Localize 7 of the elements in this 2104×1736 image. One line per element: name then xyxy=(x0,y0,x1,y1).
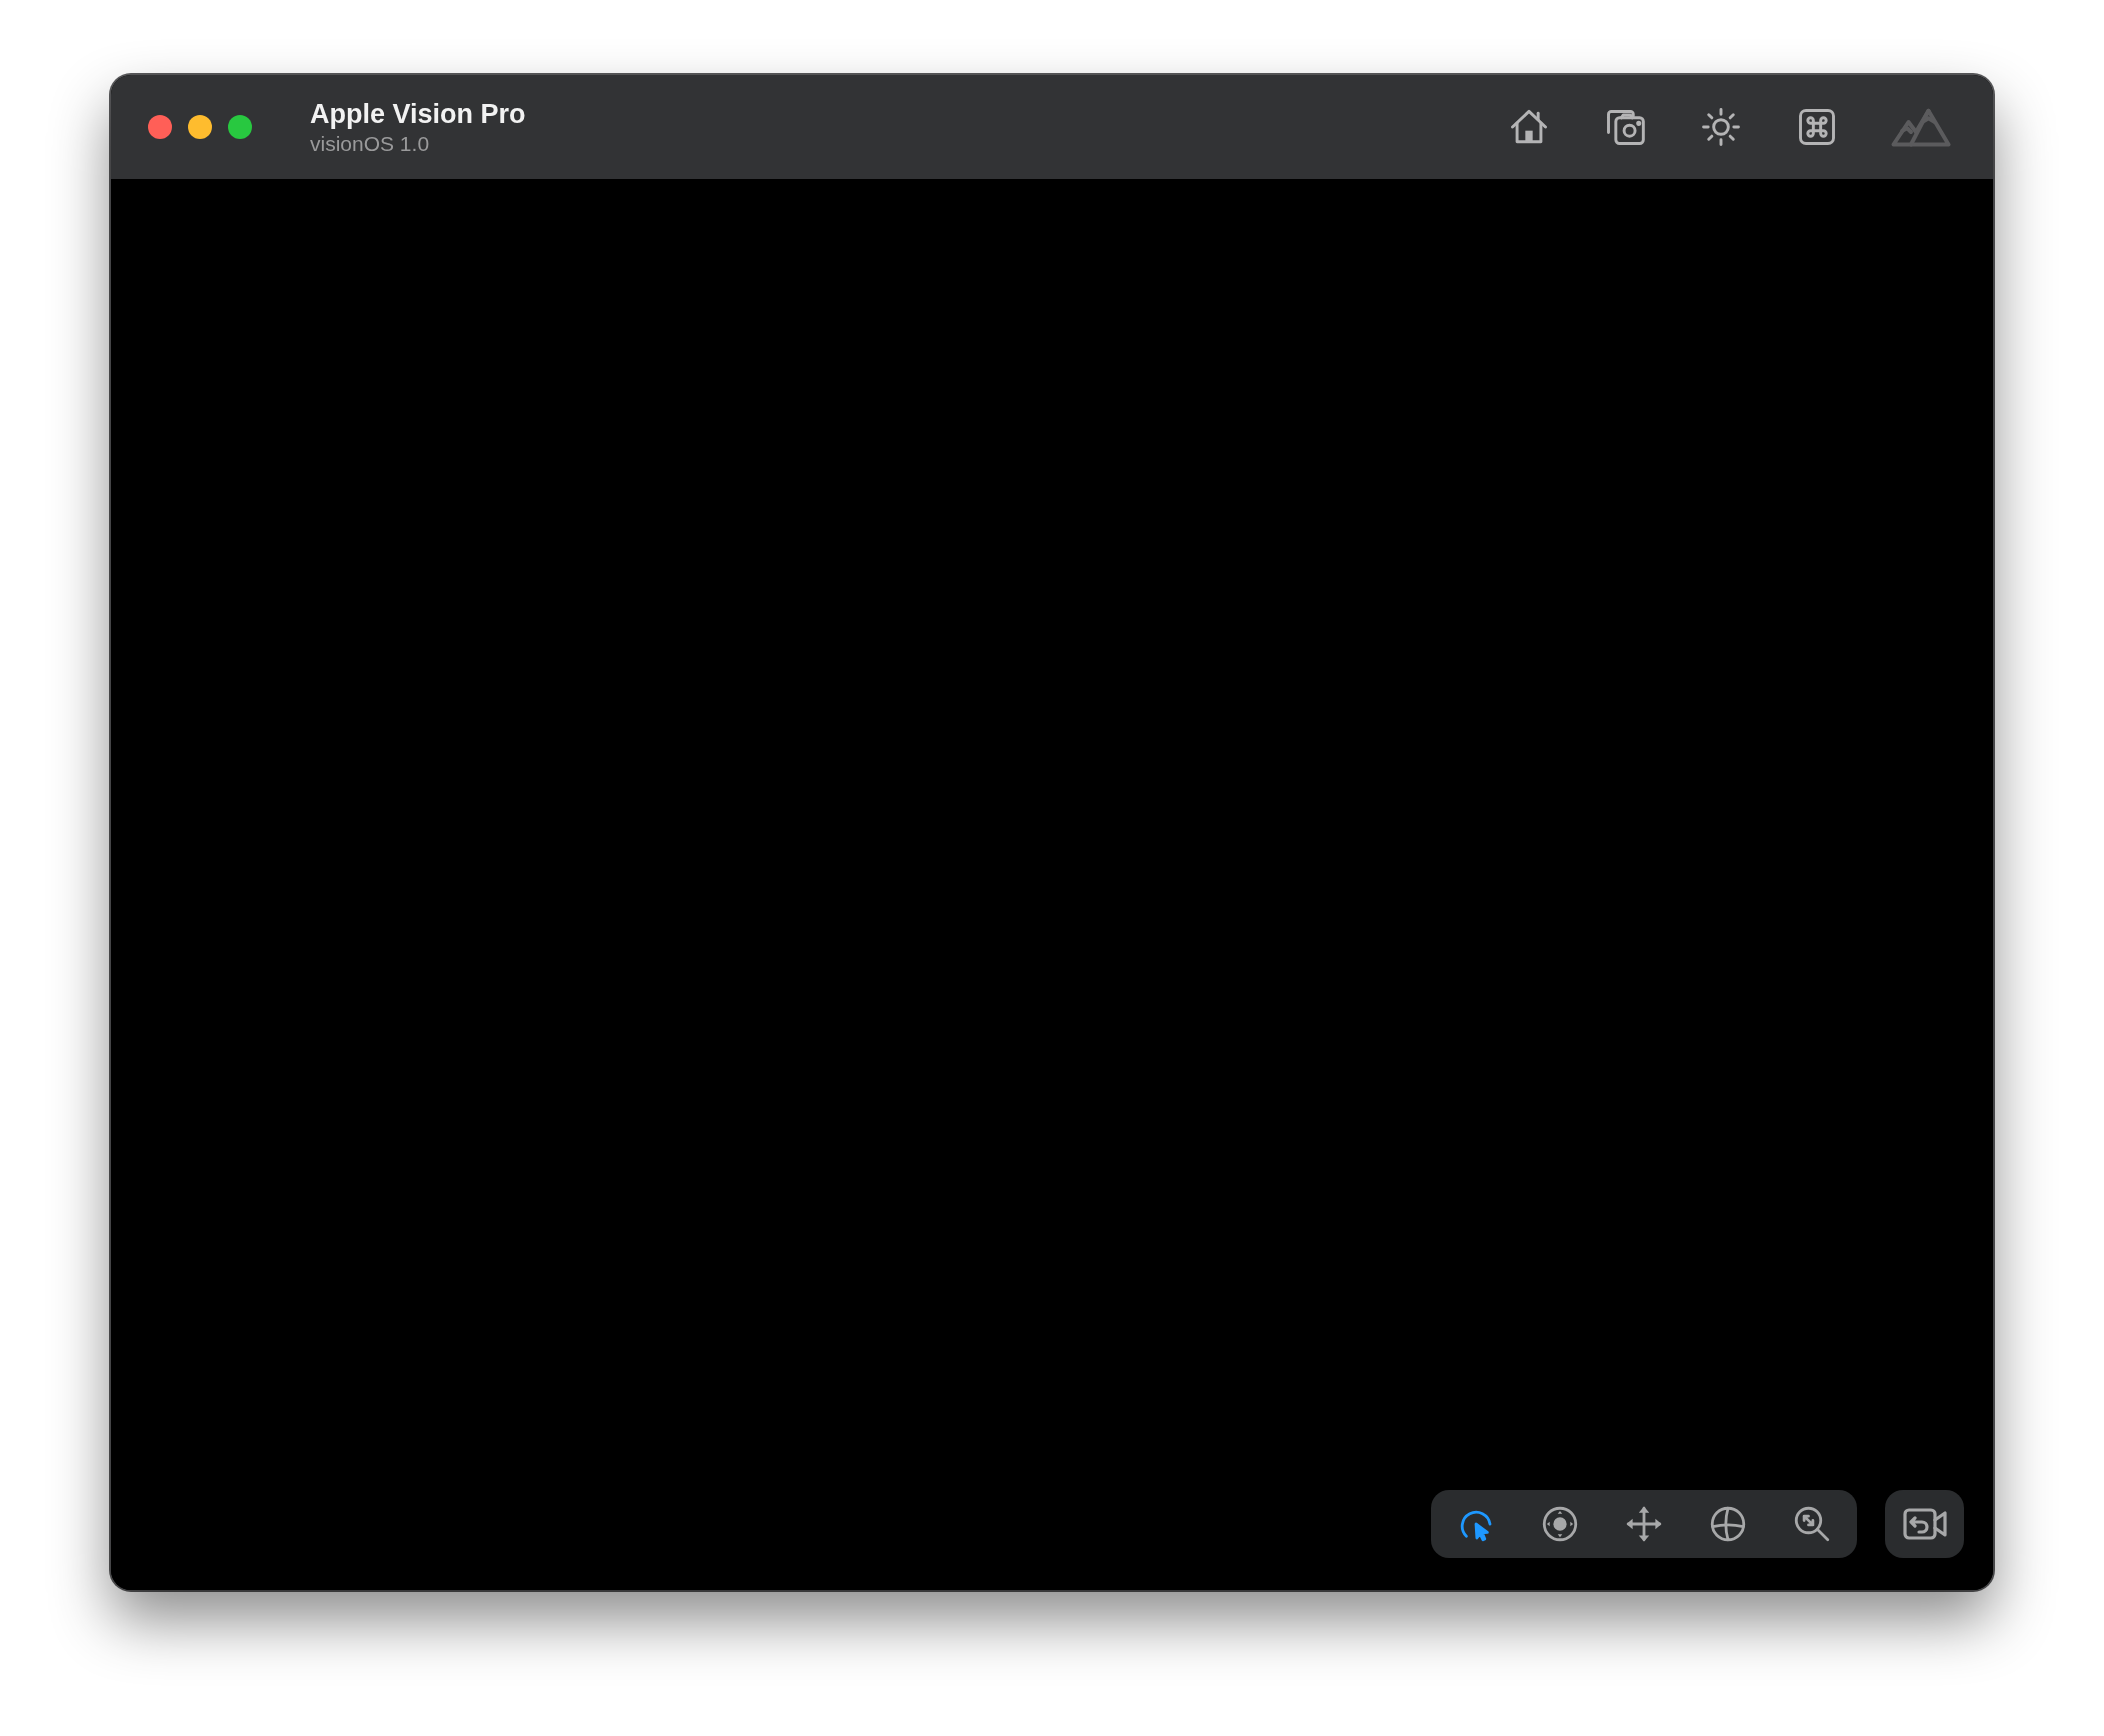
minimize-button[interactable] xyxy=(188,115,212,139)
reset-camera-button[interactable] xyxy=(1885,1490,1964,1558)
window-subtitle: visionOS 1.0 xyxy=(310,132,431,156)
zoom-button[interactable] xyxy=(228,115,252,139)
sun-icon xyxy=(1699,105,1743,149)
close-button[interactable] xyxy=(148,115,172,139)
window-title: Apple Vision Pro xyxy=(310,98,526,130)
